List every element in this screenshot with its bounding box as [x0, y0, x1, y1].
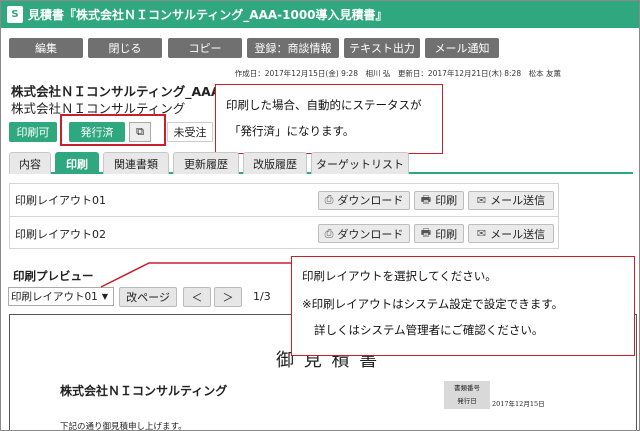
list-item: 印刷レイアウト02 ⎙ ダウンロード 🖶 印刷 ✉ メール送信	[10, 217, 558, 250]
print-layout-select[interactable]: 印刷レイアウト01 ▼	[8, 287, 114, 306]
tab-related-documents[interactable]: 関連書類	[103, 152, 169, 174]
print-button[interactable]: 🖶 印刷	[414, 190, 464, 210]
prev-page-button[interactable]: ＜	[183, 287, 211, 307]
download-icon: ⎙	[324, 226, 334, 240]
print-label: 印刷	[435, 227, 458, 241]
layout-name: 印刷レイアウト02	[15, 227, 106, 241]
callout-text: 詳しくはシステム管理者にご確認ください。	[314, 323, 544, 337]
layout-name: 印刷レイアウト01	[15, 194, 106, 207]
printer-icon: 🖶	[420, 192, 432, 206]
quote-app-icon: S	[7, 6, 23, 23]
doc-number-label: 書類番号	[454, 384, 480, 392]
callout-text: 印刷した場合、自動的にステータスが	[226, 98, 422, 112]
layout-callout: 印刷レイアウトを選択してください。 ※印刷レイアウトはシステム設定で設定できます…	[291, 256, 635, 356]
document-company: 株式会社ＮＩコンサルティング	[60, 384, 228, 398]
download-icon: ⎙	[324, 193, 334, 206]
tab-content[interactable]: 内容	[9, 152, 51, 174]
printer-icon: 🖶	[420, 226, 432, 239]
page-indicator: 1/3	[253, 290, 271, 303]
list-item: 印刷レイアウト01 ⎙ ダウンロード 🖶 印刷 ✉ メール送信	[10, 184, 558, 217]
download-label: ダウンロード	[337, 227, 404, 241]
tab-revision-history[interactable]: 改版履歴	[243, 152, 307, 174]
print-allowed-button[interactable]: 印刷可	[9, 122, 57, 142]
tab-print[interactable]: 印刷	[55, 152, 99, 174]
title-bar: S 見積書『株式会社ＮＩコンサルティング_AAA-1000導入見積書』	[1, 1, 639, 28]
text-export-button[interactable]: テキスト出力	[344, 38, 420, 58]
print-button[interactable]: 🖶 印刷	[414, 224, 464, 243]
mail-icon: ✉	[476, 227, 487, 240]
download-label: ダウンロード	[337, 194, 404, 207]
mail-icon: ✉	[476, 193, 487, 207]
action-toolbar: 編集 閉じる コピー 登録：商談情報 テキスト出力 メール通知	[9, 38, 633, 58]
document-info-labels: 書類番号 発行日	[444, 381, 490, 409]
next-page-button[interactable]: ＞	[214, 287, 242, 307]
record-meta: 作成日：2017年12月15日(金) 9:28 相川 弘 更新日：2017年12…	[234, 69, 561, 78]
window-title: 見積書『株式会社ＮＩコンサルティング_AAA-1000導入見積書』	[28, 8, 388, 22]
chevron-down-icon: ▼	[101, 292, 108, 301]
status-callout: 印刷した場合、自動的にステータスが 「発行済」になります。	[215, 84, 443, 154]
edit-button[interactable]: 編集	[9, 38, 83, 58]
tab-update-history[interactable]: 更新履歴	[173, 152, 239, 174]
close-button[interactable]: 閉じる	[88, 38, 162, 58]
download-button[interactable]: ⎙ ダウンロード	[318, 190, 410, 210]
callout-text: 印刷レイアウトを選択してください。	[302, 269, 497, 283]
download-button[interactable]: ⎙ ダウンロード	[318, 224, 410, 243]
callout-text: 「発行済」になります。	[229, 124, 355, 138]
register-deal-button[interactable]: 登録：商談情報	[247, 38, 339, 58]
issue-date-label: 発行日	[457, 397, 477, 405]
page-break-button[interactable]: 改ページ	[119, 287, 177, 307]
send-mail-label: メール送信	[490, 194, 546, 207]
print-layout-list: 印刷レイアウト01 ⎙ ダウンロード 🖶 印刷 ✉ メール送信 印刷レイアウト02 ⎙…	[9, 183, 559, 249]
unordered-status-button[interactable]: 未受注	[167, 122, 213, 142]
selected-layout: 印刷レイアウト01	[11, 291, 98, 303]
quote-window: S 見積書『株式会社ＮＩコンサルティング_AAA-1000導入見積書』 編集 閉…	[0, 0, 640, 431]
record-tabs: 内容 印刷 関連書類 更新履歴 改版履歴 ターゲットリスト	[9, 150, 633, 174]
status-highlight-box	[60, 114, 166, 146]
tab-target-list[interactable]: ターゲットリスト	[311, 152, 409, 174]
document-note: 下記の通り御見積申し上げます。	[60, 422, 187, 431]
print-preview-heading: 印刷プレビュー	[13, 269, 94, 283]
print-label: 印刷	[435, 194, 458, 207]
send-mail-label: メール送信	[490, 227, 546, 241]
copy-button[interactable]: コピー	[168, 38, 242, 58]
send-mail-button[interactable]: ✉ メール送信	[468, 224, 554, 243]
issue-date-value: 2017年12月15日	[492, 400, 545, 408]
mail-notify-button[interactable]: メール通知	[425, 38, 499, 58]
send-mail-button[interactable]: ✉ メール送信	[468, 190, 554, 210]
callout-text: ※印刷レイアウトはシステム設定で設定できます。	[302, 297, 564, 311]
